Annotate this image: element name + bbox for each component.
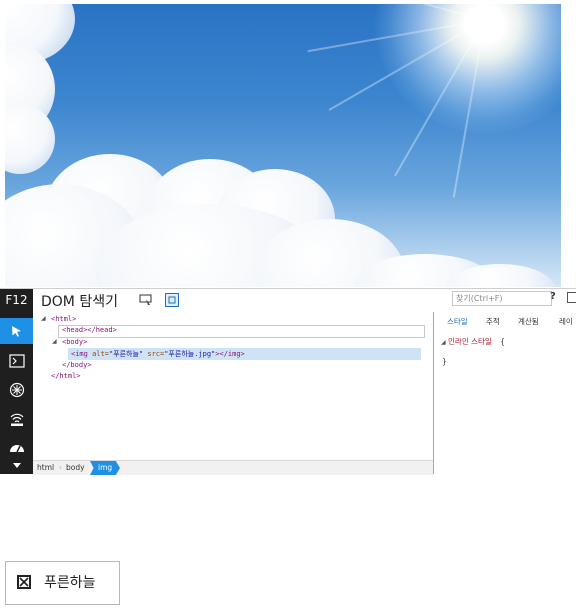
tab-styles[interactable]: 스타일 [447, 316, 468, 327]
dom-node-html[interactable]: <html> [51, 314, 76, 325]
find-input[interactable]: 찾기(Ctrl+F) [452, 291, 552, 306]
dom-node-head[interactable]: <head></head> [62, 325, 117, 336]
debugger-icon [9, 382, 24, 398]
tab-trace[interactable]: 추적 [486, 316, 500, 327]
sun [375, 4, 561, 134]
dom-node-body[interactable]: <body> [62, 337, 87, 348]
breadcrumb-body[interactable]: body [66, 463, 85, 472]
debugger-tool[interactable] [0, 377, 33, 403]
tab-computed[interactable]: 계산됨 [518, 316, 539, 327]
breadcrumb-img[interactable]: img [90, 461, 120, 475]
gauge-icon [9, 445, 24, 453]
styles-pane: 스타일 추적 계산됨 레이 ◢ 인라인 스타일 { } [434, 312, 576, 474]
more-tools[interactable] [0, 459, 33, 473]
dom-node-body-close: </body> [62, 361, 92, 369]
collapse-triangle-icon[interactable]: ◢ [41, 315, 46, 322]
image-alt-text: 푸른하늘 [44, 575, 96, 591]
panel-title: DOM 탐색기 [41, 294, 118, 310]
network-tool[interactable] [0, 406, 33, 432]
styles-tabs: 스타일 추적 계산됨 레이 [434, 312, 576, 328]
tab-layout[interactable]: 레이 [559, 316, 573, 327]
dom-node-img[interactable]: <img alt="푸른하늘" src="푸른하늘.jpg"></img> [71, 349, 245, 360]
tool-sidebar: F12 [0, 289, 33, 474]
dom-tree: ◢ <html> <head></head> ◢ <body> <img alt… [33, 312, 433, 460]
help-button[interactable]: ? [550, 291, 556, 302]
dom-explorer-tool[interactable] [0, 318, 33, 344]
wifi-icon [10, 413, 23, 426]
performance-tool[interactable] [0, 435, 33, 461]
f12-label: F12 [5, 293, 28, 307]
highlight-element-icon[interactable] [165, 293, 179, 307]
select-element-icon[interactable] [139, 293, 153, 307]
broken-image-icon [17, 575, 31, 589]
breadcrumb: html › body img [33, 460, 433, 475]
console-tool[interactable] [0, 348, 33, 374]
dom-node-html-close: </html> [51, 372, 81, 380]
pointer-icon [11, 326, 21, 337]
breadcrumb-html[interactable]: html [37, 463, 54, 472]
broken-image-placeholder: 푸른하늘 [5, 561, 120, 605]
chevron-down-icon [12, 463, 21, 468]
console-icon [8, 354, 25, 368]
dom-toolbar: DOM 탐색기 찾기(Ctrl+F) ? [33, 289, 576, 311]
developer-tools: F12 DOM 탐색기 찾기(Ctrl+F) ? ◢ <html> <head>… [0, 288, 576, 475]
sky-image [5, 4, 561, 287]
console-toggle-icon[interactable] [567, 292, 576, 303]
rule-close-brace: } [442, 357, 447, 366]
collapse-triangle-icon[interactable]: ◢ [52, 338, 57, 345]
inline-style-rule: ◢ 인라인 스타일 { [441, 337, 505, 346]
